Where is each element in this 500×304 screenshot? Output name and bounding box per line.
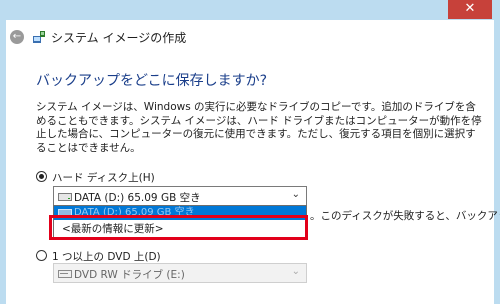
dvd-drive-icon bbox=[58, 270, 72, 278]
hard-disk-selected-value: DATA (D:) 65.09 GB 空き bbox=[74, 192, 201, 204]
page-heading: バックアップをどこに保存しますか? bbox=[36, 73, 268, 89]
dvd-label[interactable]: 1 つ以上の DVD 上(D) bbox=[52, 249, 161, 264]
dvd-selected-value: DVD RW ドライブ (E:) bbox=[74, 269, 185, 281]
nav-bar: ← システム イメージの作成 bbox=[6, 20, 494, 54]
system-image-icon bbox=[33, 31, 45, 43]
back-button[interactable]: ← bbox=[10, 30, 24, 44]
hard-disk-dropdown[interactable]: DATA (D:) 65.09 GB 空き ⌄ bbox=[53, 186, 307, 206]
hard-drive-icon bbox=[58, 193, 72, 201]
annotation-highlight-box bbox=[49, 215, 308, 240]
title-bar: ✕ bbox=[6, 0, 494, 20]
hard-disk-label[interactable]: ハード ディスク上(H) bbox=[52, 170, 155, 185]
description-text: システム イメージは、Windows の実行に必要なドライブのコピーです。追加の… bbox=[36, 101, 482, 154]
chevron-down-icon: ⌄ bbox=[291, 189, 300, 200]
dvd-radio[interactable] bbox=[36, 250, 47, 261]
dvd-dropdown[interactable]: DVD RW ドライブ (E:) ⌄ bbox=[53, 263, 307, 283]
close-icon: ✕ bbox=[464, 1, 476, 16]
disk-warning-text: 。このディスクが失敗すると、バックアッ bbox=[310, 210, 500, 222]
chevron-down-icon: ⌄ bbox=[291, 266, 300, 277]
window-title: システム イメージの作成 bbox=[51, 31, 187, 45]
back-arrow-icon: ← bbox=[12, 31, 22, 42]
window: ✕ ← システム イメージの作成 バックアップをどこに保存しますか? システム … bbox=[0, 0, 500, 304]
close-button[interactable]: ✕ bbox=[448, 0, 492, 19]
hard-disk-radio[interactable] bbox=[36, 171, 47, 182]
